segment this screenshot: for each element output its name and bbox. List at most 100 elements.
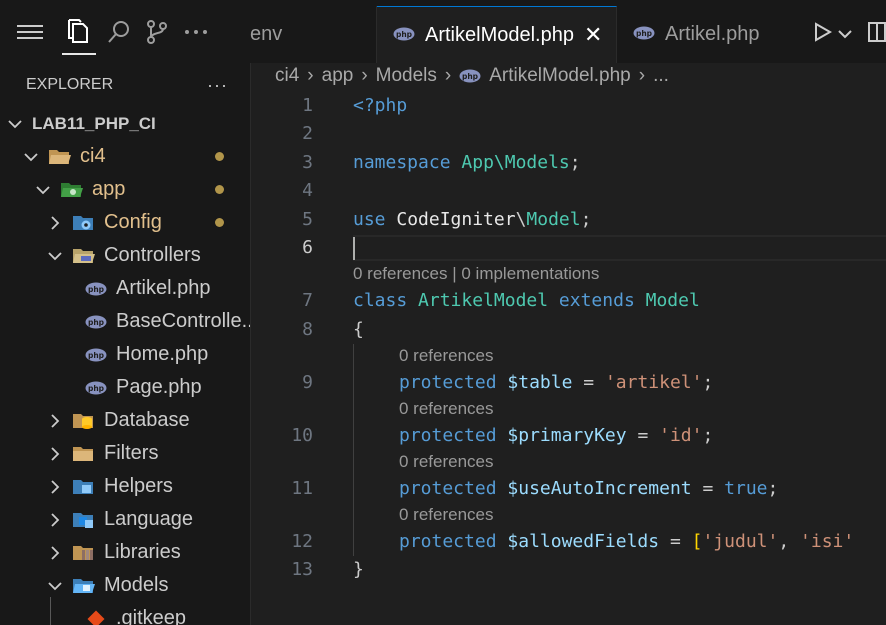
chevron-right-icon: ›	[638, 65, 646, 86]
breadcrumb-item[interactable]: ci4	[275, 65, 299, 87]
indent-guide	[353, 474, 354, 503]
modified-dot	[215, 218, 224, 227]
code-line: 7 class ArtikelModel extends Model	[251, 287, 886, 316]
folder-libraries-icon	[72, 543, 96, 563]
editor-tabs: env php ArtikelModel.php ✕ php Artikel.p…	[250, 6, 886, 63]
tree-item-ci4[interactable]: ci4	[0, 140, 250, 173]
tree-item-gitkeep[interactable]: .gitkeep	[0, 602, 250, 625]
php-file-icon: php	[84, 378, 108, 398]
code-text: protected $useAutoIncrement = true;	[399, 477, 779, 499]
tree-item-app[interactable]: app	[0, 173, 250, 206]
codelens-text[interactable]: 0 references	[399, 399, 494, 419]
run-icon[interactable]	[814, 22, 833, 47]
codelens-text[interactable]: 0 references | 0 implementations	[353, 264, 599, 284]
explorer-title: EXPLORER	[26, 76, 114, 93]
tab-env[interactable]: env	[250, 6, 377, 63]
folder-database-icon	[72, 411, 96, 431]
code-editor[interactable]: ci4 › app › Models › php ArtikelModel.ph…	[251, 63, 886, 625]
folder-helpers-icon	[72, 477, 96, 497]
breadcrumb-item[interactable]: app	[322, 65, 354, 87]
split-editor-icon[interactable]	[868, 22, 886, 47]
activity-bar	[0, 0, 250, 63]
explorer-active-indicator	[62, 53, 96, 55]
php-file-icon: php	[84, 345, 108, 365]
explorer-files-icon[interactable]	[64, 18, 92, 46]
tree-item-page-php[interactable]: php Page.php	[0, 371, 250, 404]
codelens[interactable]: 0 references	[251, 502, 886, 527]
tree-item-basecontroller-php[interactable]: php BaseControlle...	[0, 305, 250, 338]
tree-label: Helpers	[104, 475, 173, 497]
tree-label: Config	[104, 211, 162, 233]
tab-artikel[interactable]: php Artikel.php	[617, 6, 801, 63]
codelens-text[interactable]: 0 references	[399, 346, 494, 366]
code-line: 13 }	[251, 556, 886, 585]
tree-item-helpers[interactable]: Helpers	[0, 470, 250, 503]
chevron-down-icon	[6, 115, 24, 133]
code-line: 2	[251, 120, 886, 149]
tree-root[interactable]: LAB11_PHP_CI	[0, 107, 250, 140]
tree-item-database[interactable]: Database	[0, 404, 250, 437]
tree-item-home-php[interactable]: php Home.php	[0, 338, 250, 371]
folder-config-icon	[72, 213, 96, 233]
code-text: protected $primaryKey = 'id';	[399, 424, 714, 446]
tree-item-artikel-php[interactable]: php Artikel.php	[0, 272, 250, 305]
code-line: 10 protected $primaryKey = 'id';	[251, 421, 886, 450]
tab-label: Artikel.php	[665, 23, 760, 45]
tree-label: ci4	[80, 145, 106, 167]
indent-guide	[353, 449, 354, 474]
breadcrumb-item[interactable]: ...	[653, 65, 669, 87]
chevron-right-icon: ›	[444, 65, 452, 86]
tree-item-config[interactable]: Config	[0, 206, 250, 239]
svg-text:php: php	[88, 351, 105, 360]
code-area[interactable]: 1 <?php 2 3 namespace App\Models; 4 5 us…	[251, 91, 886, 584]
code-text: use CodeIgniter\Model;	[353, 208, 592, 230]
codelens[interactable]: 0 references | 0 implementations	[251, 262, 886, 287]
code-line: 4	[251, 177, 886, 206]
chevron-down-icon[interactable]	[838, 26, 852, 44]
code-line: 9 protected $table = 'artikel';	[251, 368, 886, 397]
codelens-text[interactable]: 0 references	[399, 505, 494, 525]
explorer-sidebar: EXPLORER ··· LAB11_PHP_CI ci4 app Config…	[0, 63, 251, 625]
svg-text:php: php	[88, 285, 105, 294]
chevron-down-icon	[46, 247, 64, 265]
codelens[interactable]: 0 references	[251, 343, 886, 368]
folder-filters-icon	[72, 444, 96, 464]
indent-guide	[353, 502, 354, 527]
more-actions-icon[interactable]	[182, 18, 210, 46]
tree-item-filters[interactable]: Filters	[0, 437, 250, 470]
root-label: LAB11_PHP_CI	[32, 113, 156, 133]
more-icon[interactable]: ···	[207, 75, 228, 96]
chevron-right-icon	[46, 511, 64, 529]
tree-item-controllers[interactable]: Controllers	[0, 239, 250, 272]
code-line: 1 <?php	[251, 91, 886, 120]
line-number: 5	[302, 208, 313, 230]
indent-guide	[353, 527, 354, 556]
explorer-header: EXPLORER ···	[0, 63, 250, 107]
line-number: 10	[291, 424, 313, 446]
chevron-right-icon	[46, 412, 64, 430]
codelens[interactable]: 0 references	[251, 449, 886, 474]
tree-item-models[interactable]: Models	[0, 569, 250, 602]
tree-item-libraries[interactable]: Libraries	[0, 536, 250, 569]
folder-app-icon	[60, 180, 84, 200]
codelens-text[interactable]: 0 references	[399, 452, 494, 472]
codelens[interactable]: 0 references	[251, 396, 886, 421]
code-line: 3 namespace App\Models;	[251, 148, 886, 177]
tree-label: Controllers	[104, 244, 201, 266]
tab-artikelmodel[interactable]: php ArtikelModel.php ✕	[377, 6, 617, 63]
line-number: 7	[302, 290, 313, 312]
code-line: 12 protected $allowedFields = ['judul', …	[251, 527, 886, 556]
search-icon[interactable]	[105, 18, 133, 46]
line-number: 11	[291, 477, 313, 499]
php-file-icon: php	[84, 279, 108, 299]
chevron-right-icon	[46, 214, 64, 232]
menu-icon[interactable]	[16, 18, 44, 46]
chevron-down-icon	[34, 181, 52, 199]
breadcrumb-item[interactable]: ArtikelModel.php	[489, 65, 631, 87]
breadcrumb-item[interactable]: Models	[376, 65, 437, 87]
code-text: <?php	[353, 94, 408, 116]
chevron-down-icon	[22, 148, 40, 166]
source-control-icon[interactable]	[143, 18, 171, 46]
tree-item-language[interactable]: Language	[0, 503, 250, 536]
close-icon[interactable]: ✕	[584, 22, 602, 48]
